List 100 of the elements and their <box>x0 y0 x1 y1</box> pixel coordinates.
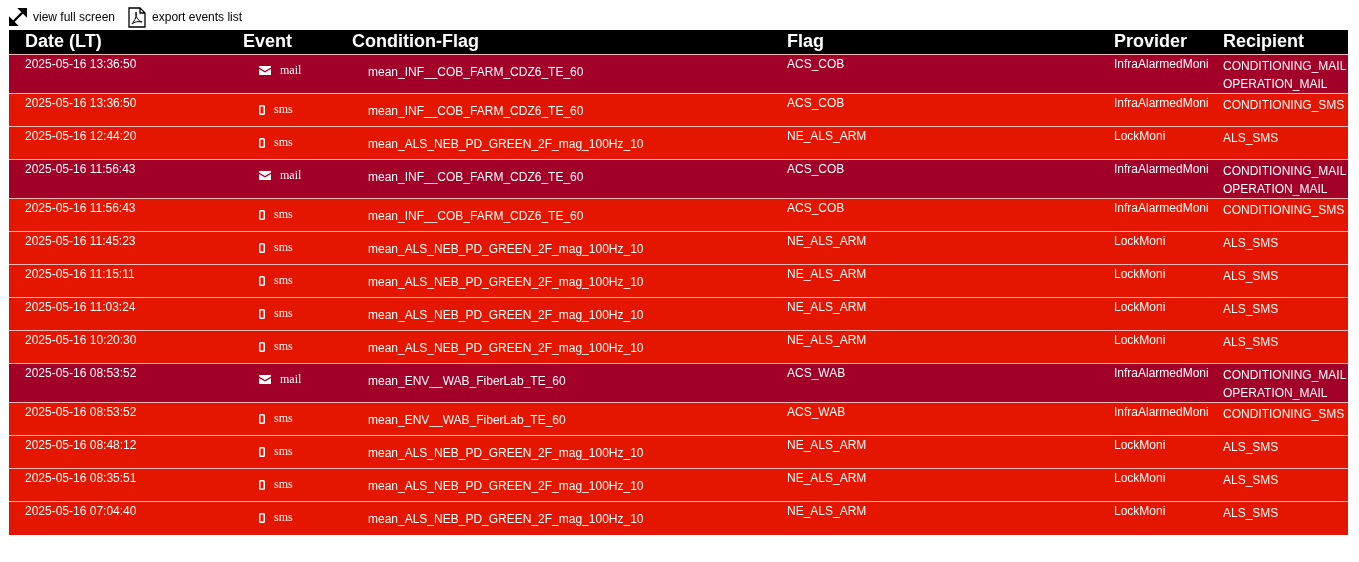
condition-flag-cell-text: mean_ALS_NEB_PD_GREEN_2F_mag_100Hz_10 <box>367 242 644 257</box>
date-cell: 2025-05-16 08:48:12 <box>25 438 137 452</box>
flag-cell: ACS_WAB <box>787 366 846 380</box>
provider-cell: LockMoni <box>1114 267 1166 281</box>
phone-icon <box>259 242 265 253</box>
recipient-cell-text: CONDITIONING_MAIL <box>1223 367 1348 384</box>
flag-cell: ACS_WAB <box>787 405 846 419</box>
date-cell: 2025-05-16 13:36:50 <box>25 96 137 110</box>
recipient-cell-text: CONDITIONING_SMS <box>1223 406 1346 423</box>
phone-icon <box>259 512 265 523</box>
recipient-cell-text: ALS_SMS <box>1223 505 1280 522</box>
event-type: sms <box>274 510 293 525</box>
condition-flag-cell-text: mean_INF__COB_FARM_CDZ6_TE_60 <box>367 170 584 185</box>
phone-icon <box>259 275 265 286</box>
flag-cell: NE_ALS_ARM <box>787 333 867 347</box>
recipient-cell-text: ALS_SMS <box>1223 439 1280 456</box>
recipient-cell-text: CONDITIONING_SMS <box>1223 202 1346 219</box>
date-cell: 2025-05-16 11:45:23 <box>25 234 136 248</box>
recipient-cell-text: ALS_SMS <box>1223 301 1280 318</box>
date-cell: 2025-05-16 10:20:30 <box>25 333 137 347</box>
provider-cell: InfraAlarmedMoni <box>1114 366 1209 380</box>
date-cell: 2025-05-16 11:03:24 <box>25 300 136 314</box>
event-type: sms <box>274 411 293 426</box>
event-type: sms <box>274 306 293 321</box>
phone-icon <box>259 209 265 220</box>
condition-flag-cell-text: mean_ALS_NEB_PD_GREEN_2F_mag_100Hz_10 <box>367 308 644 323</box>
flag-cell: NE_ALS_ARM <box>787 267 867 281</box>
envelope-icon <box>259 66 271 75</box>
provider-cell: InfraAlarmedMoni <box>1114 405 1209 419</box>
event-type: sms <box>274 444 293 459</box>
provider-cell: InfraAlarmedMoni <box>1114 162 1209 176</box>
date-cell: 2025-05-16 11:15:11 <box>25 267 135 281</box>
column-header: Provider <box>1114 31 1188 51</box>
phone-icon <box>259 446 265 457</box>
flag-cell: ACS_COB <box>787 96 845 110</box>
flag-cell: ACS_COB <box>787 201 845 215</box>
phone-icon <box>259 308 265 319</box>
condition-flag-cell-text: mean_ALS_NEB_PD_GREEN_2F_mag_100Hz_10 <box>367 479 644 494</box>
condition-flag-cell-text: mean_ALS_NEB_PD_GREEN_2F_mag_100Hz_10 <box>367 137 644 152</box>
date-cell: 2025-05-16 13:36:50 <box>25 57 137 71</box>
date-cell: 2025-05-16 07:04:40 <box>25 504 137 518</box>
column-header: Condition-Flag <box>352 31 479 51</box>
provider-cell: InfraAlarmedMoni <box>1114 201 1209 215</box>
recipient-cell-text: CONDITIONING_MAIL <box>1223 58 1348 75</box>
event-type: mail <box>280 63 302 78</box>
flag-cell: NE_ALS_ARM <box>787 438 867 452</box>
event-type: sms <box>274 240 293 255</box>
provider-cell: InfraAlarmedMoni <box>1114 57 1209 71</box>
column-header: Event <box>243 31 293 51</box>
event-type: sms <box>274 207 293 222</box>
phone-icon <box>259 479 265 490</box>
flag-cell: NE_ALS_ARM <box>787 234 867 248</box>
column-header: Recipient <box>1223 31 1305 51</box>
condition-flag-cell-text: mean_ENV__WAB_FiberLab_TE_60 <box>367 374 566 389</box>
condition-flag-cell-text: mean_INF__COB_FARM_CDZ6_TE_60 <box>367 209 584 224</box>
envelope-icon <box>259 375 271 384</box>
flag-cell: ACS_COB <box>787 162 845 176</box>
flag-cell: NE_ALS_ARM <box>787 471 867 485</box>
phone-icon <box>259 137 265 148</box>
recipient-cell-text: OPERATION_MAIL <box>1223 385 1329 402</box>
recipient-cell-text: CONDITIONING_MAIL <box>1223 163 1348 180</box>
date-cell: 2025-05-16 11:56:43 <box>25 201 136 215</box>
phone-icon <box>259 413 265 424</box>
flag-cell: ACS_COB <box>787 57 845 71</box>
pdf-file-icon <box>128 6 147 28</box>
recipient-cell-text: ALS_SMS <box>1223 334 1280 351</box>
condition-flag-cell-text: mean_ALS_NEB_PD_GREEN_2F_mag_100Hz_10 <box>367 446 644 461</box>
provider-cell: LockMoni <box>1114 471 1166 485</box>
event-type: mail <box>280 168 302 183</box>
condition-flag-cell-text: mean_ALS_NEB_PD_GREEN_2F_mag_100Hz_10 <box>367 275 644 290</box>
recipient-cell-text: ALS_SMS <box>1223 472 1280 489</box>
condition-flag-cell-text: mean_INF__COB_FARM_CDZ6_TE_60 <box>367 104 584 119</box>
provider-cell: LockMoni <box>1114 438 1166 452</box>
condition-flag-cell-text: mean_ALS_NEB_PD_GREEN_2F_mag_100Hz_10 <box>367 512 644 527</box>
column-header: Flag <box>787 31 824 51</box>
recipient-cell-text: ALS_SMS <box>1223 130 1280 147</box>
event-type: sms <box>274 102 293 117</box>
recipient-cell-text: ALS_SMS <box>1223 235 1280 252</box>
envelope-icon <box>259 171 271 180</box>
phone-icon <box>259 341 265 352</box>
date-cell: 2025-05-16 08:53:52 <box>25 366 137 380</box>
provider-cell: LockMoni <box>1114 234 1166 248</box>
toolbar-link[interactable]: export events list <box>128 6 243 28</box>
event-type: sms <box>274 477 293 492</box>
date-cell: 2025-05-16 08:53:52 <box>25 405 137 419</box>
flag-cell: NE_ALS_ARM <box>787 300 867 314</box>
condition-flag-cell-text: mean_ENV__WAB_FiberLab_TE_60 <box>367 413 566 428</box>
condition-flag-cell-text: mean_INF__COB_FARM_CDZ6_TE_60 <box>367 65 584 80</box>
event-type: sms <box>274 135 293 150</box>
event-type: mail <box>280 372 302 387</box>
provider-cell: InfraAlarmedMoni <box>1114 96 1209 110</box>
recipient-cell-text: ALS_SMS <box>1223 268 1280 285</box>
toolbar-link[interactable]: view full screen <box>9 8 116 26</box>
recipient-cell-text: OPERATION_MAIL <box>1223 76 1329 93</box>
provider-cell: LockMoni <box>1114 129 1166 143</box>
condition-flag-cell-text: mean_ALS_NEB_PD_GREEN_2F_mag_100Hz_10 <box>367 341 644 356</box>
date-cell: 2025-05-16 12:44:20 <box>25 129 137 143</box>
expand-icon <box>9 8 27 26</box>
phone-icon <box>259 104 265 115</box>
date-cell: 2025-05-16 08:35:51 <box>25 471 137 485</box>
